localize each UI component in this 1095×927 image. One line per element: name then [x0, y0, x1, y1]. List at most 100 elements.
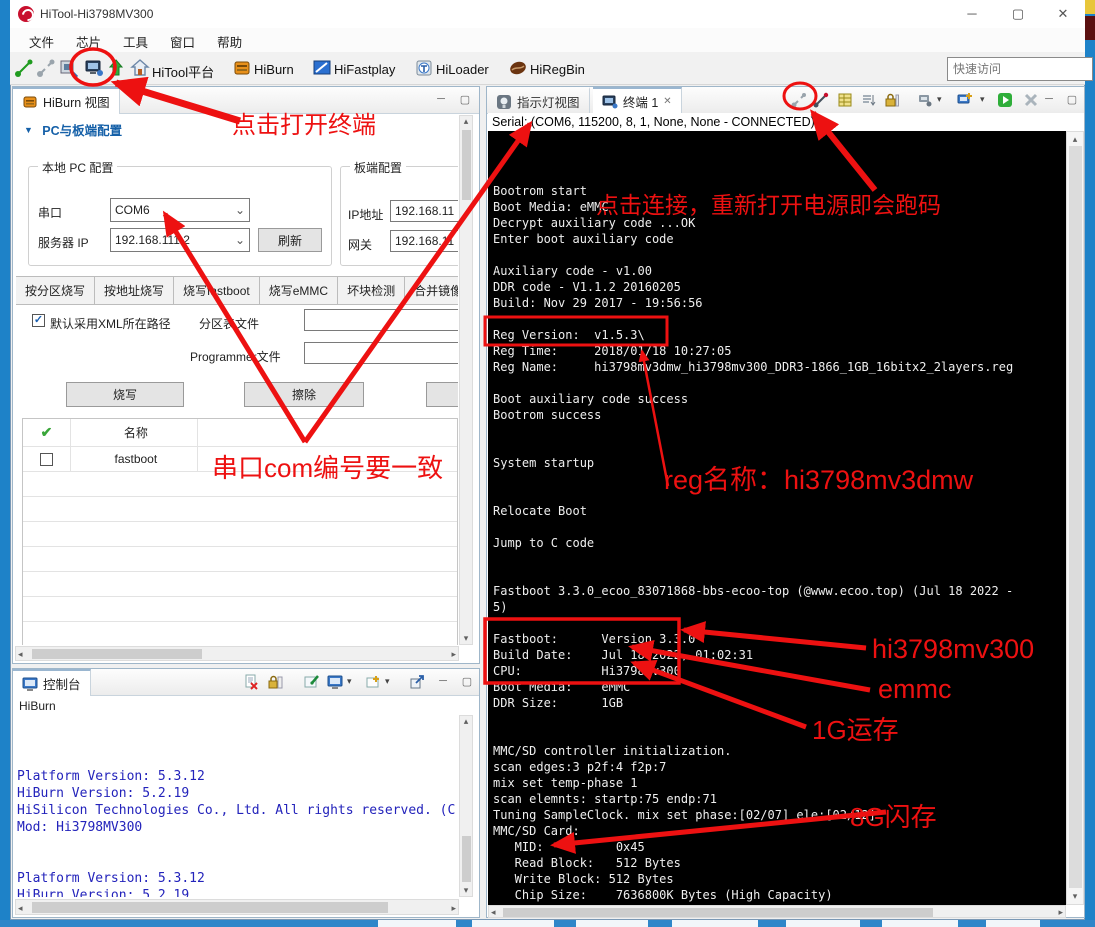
hscroll-thumb[interactable]	[503, 908, 933, 917]
hscroll-thumb[interactable]	[32, 649, 202, 659]
hiburn-view-hscrollbar[interactable]: ◂ ▸	[15, 646, 459, 661]
programmer-file-input[interactable]	[304, 342, 458, 364]
board-ip-field[interactable]: 192.168.11	[390, 200, 458, 222]
scroll-up-icon[interactable]: ▴	[460, 116, 472, 127]
terminal-hscrollbar[interactable]: ◂ ▸	[488, 905, 1066, 918]
tab-console[interactable]: 控制台	[13, 669, 91, 696]
scroll-down-icon[interactable]: ▾	[460, 885, 472, 896]
detach-console-icon[interactable]	[409, 674, 425, 690]
titlebar[interactable]: HiTool-Hi3798MV300 ─ ▢ ✕	[10, 0, 1085, 29]
check-all-icon[interactable]: ✔	[23, 419, 71, 446]
console-maximize-icon[interactable]: ▢	[457, 675, 477, 688]
quick-access-input[interactable]	[947, 57, 1093, 81]
console-vscrollbar[interactable]: ▴ ▾	[459, 715, 473, 897]
server-ip-select[interactable]: 192.168.111.2 ⌄	[110, 228, 250, 252]
hiregbin-label[interactable]: HiRegBin	[530, 62, 585, 77]
hiburn-label[interactable]: HiBurn	[254, 62, 294, 77]
console-output[interactable]: Platform Version: 5.3.12 HiBurn Version: …	[17, 717, 457, 897]
vscroll-thumb[interactable]	[462, 836, 471, 882]
menu-item[interactable]: 工具	[112, 28, 159, 55]
open-console-dropdown-icon[interactable]: ▾	[385, 676, 390, 687]
burn-button[interactable]: 烧写	[66, 382, 184, 407]
window-minimize-button[interactable]: ─	[950, 0, 994, 28]
open-terminal-icon[interactable]	[84, 58, 104, 78]
vscroll-thumb[interactable]	[462, 130, 471, 200]
terminal-maximize-icon[interactable]: ▢	[1062, 93, 1082, 106]
row-checkbox[interactable]	[40, 452, 53, 466]
name-column-header[interactable]: 名称	[74, 419, 199, 446]
terminal-tab-close-icon[interactable]: ✕	[663, 96, 671, 107]
hiregbin-icon[interactable]	[508, 58, 528, 78]
burn-tab[interactable]: 烧写fastboot	[174, 276, 260, 305]
scroll-down-icon[interactable]: ▾	[1067, 891, 1083, 902]
burn-tab[interactable]: 按地址烧写	[95, 276, 175, 305]
scroll-left-icon[interactable]: ◂	[18, 903, 23, 914]
hifastplay-label[interactable]: HiFastplay	[334, 62, 395, 77]
clear-console-icon[interactable]	[243, 674, 259, 690]
pc-board-config-section[interactable]: ▼ PC与板端配置	[24, 120, 122, 139]
terminal-screen[interactable]: Bootrom start Boot Media: eMMC Decrypt aux…	[488, 131, 1066, 905]
menu-item[interactable]: 帮助	[206, 28, 253, 55]
terminal-minimize-icon[interactable]: ─	[1039, 93, 1059, 105]
terminal-scrolllock-icon[interactable]	[860, 92, 876, 108]
burn-tab[interactable]: 烧写eMMC	[259, 276, 339, 305]
console-minimize-icon[interactable]: ─	[433, 675, 453, 687]
run-icon[interactable]	[997, 92, 1013, 108]
hifastplay-icon[interactable]	[312, 58, 332, 78]
hiloader-icon[interactable]	[414, 58, 434, 78]
scroll-lock-icon[interactable]	[267, 674, 283, 690]
row-checkbox-cell[interactable]	[23, 447, 71, 471]
burn-tab[interactable]: 按分区烧写	[16, 276, 96, 305]
terminal-vscrollbar[interactable]: ▴ ▾	[1066, 131, 1084, 905]
partition-table-input[interactable]	[304, 309, 458, 331]
scroll-right-icon[interactable]: ▸	[451, 903, 456, 914]
scroll-right-icon[interactable]: ▸	[1058, 907, 1063, 918]
collapse-triangle-icon[interactable]: ▼	[24, 125, 33, 135]
board-config-icon[interactable]	[58, 58, 78, 78]
panel-maximize-icon[interactable]: ▢	[455, 93, 475, 106]
vscroll-thumb[interactable]	[1069, 146, 1082, 888]
gateway-field[interactable]: 192.168.11	[390, 230, 458, 252]
upload-icon[interactable]	[106, 58, 126, 78]
hiburn-icon[interactable]	[232, 58, 252, 78]
burn-tab[interactable]: 坏块检测	[338, 276, 406, 305]
scroll-left-icon[interactable]: ◂	[18, 649, 23, 660]
open-console-icon[interactable]	[365, 674, 381, 690]
scroll-up-icon[interactable]: ▴	[460, 716, 472, 727]
hitool-home-icon[interactable]	[130, 58, 150, 78]
menu-item[interactable]: 芯片	[65, 28, 112, 55]
serial-port-select[interactable]: COM6 ⌄	[110, 198, 250, 222]
scroll-right-icon[interactable]: ▸	[451, 649, 456, 660]
window-maximize-button[interactable]: ▢	[996, 0, 1040, 28]
terminal-disconnect-icon[interactable]	[791, 92, 807, 108]
scroll-down-icon[interactable]: ▾	[460, 633, 472, 644]
panel-minimize-icon[interactable]: ─	[431, 93, 451, 105]
terminal-properties-icon[interactable]	[837, 92, 853, 108]
scroll-up-icon[interactable]: ▴	[1067, 132, 1083, 145]
hiloader-label[interactable]: HiLoader	[436, 62, 489, 77]
hitool-platform-label[interactable]: HiTool平台	[152, 62, 214, 81]
scroll-left-icon[interactable]: ◂	[491, 907, 496, 918]
tab-hiburn-view[interactable]: HiBurn 视图	[13, 87, 120, 114]
display-console-dropdown-icon[interactable]: ▾	[347, 676, 352, 687]
erase-button[interactable]: 擦除	[244, 382, 364, 407]
settings-dropdown-icon[interactable]: ▾	[937, 94, 942, 105]
new-terminal-icon[interactable]	[957, 92, 973, 108]
refresh-button[interactable]: 刷新	[258, 228, 322, 252]
burn-tab[interactable]: 合并镜像	[405, 276, 458, 305]
console-hscrollbar[interactable]: ◂ ▸	[15, 899, 459, 915]
tab-terminal-1[interactable]: 终端 1 ✕	[592, 87, 682, 114]
connect-icon[interactable]	[14, 58, 34, 78]
pin-console-icon[interactable]	[303, 674, 319, 690]
window-close-button[interactable]: ✕	[1041, 0, 1085, 28]
menu-item[interactable]: 窗口	[159, 28, 206, 55]
new-terminal-dropdown-icon[interactable]: ▾	[980, 94, 985, 105]
disconnect-icon[interactable]	[36, 58, 56, 78]
upload-button[interactable]: 上传	[426, 382, 458, 407]
terminal-settings-icon[interactable]	[917, 92, 933, 108]
terminate-icon[interactable]	[1023, 92, 1039, 108]
xml-path-checkbox[interactable]: ✓	[32, 314, 45, 327]
menu-item[interactable]: 文件	[18, 28, 65, 55]
tab-indicator-view[interactable]: 指示灯视图	[487, 87, 590, 114]
hscroll-thumb[interactable]	[32, 902, 388, 913]
